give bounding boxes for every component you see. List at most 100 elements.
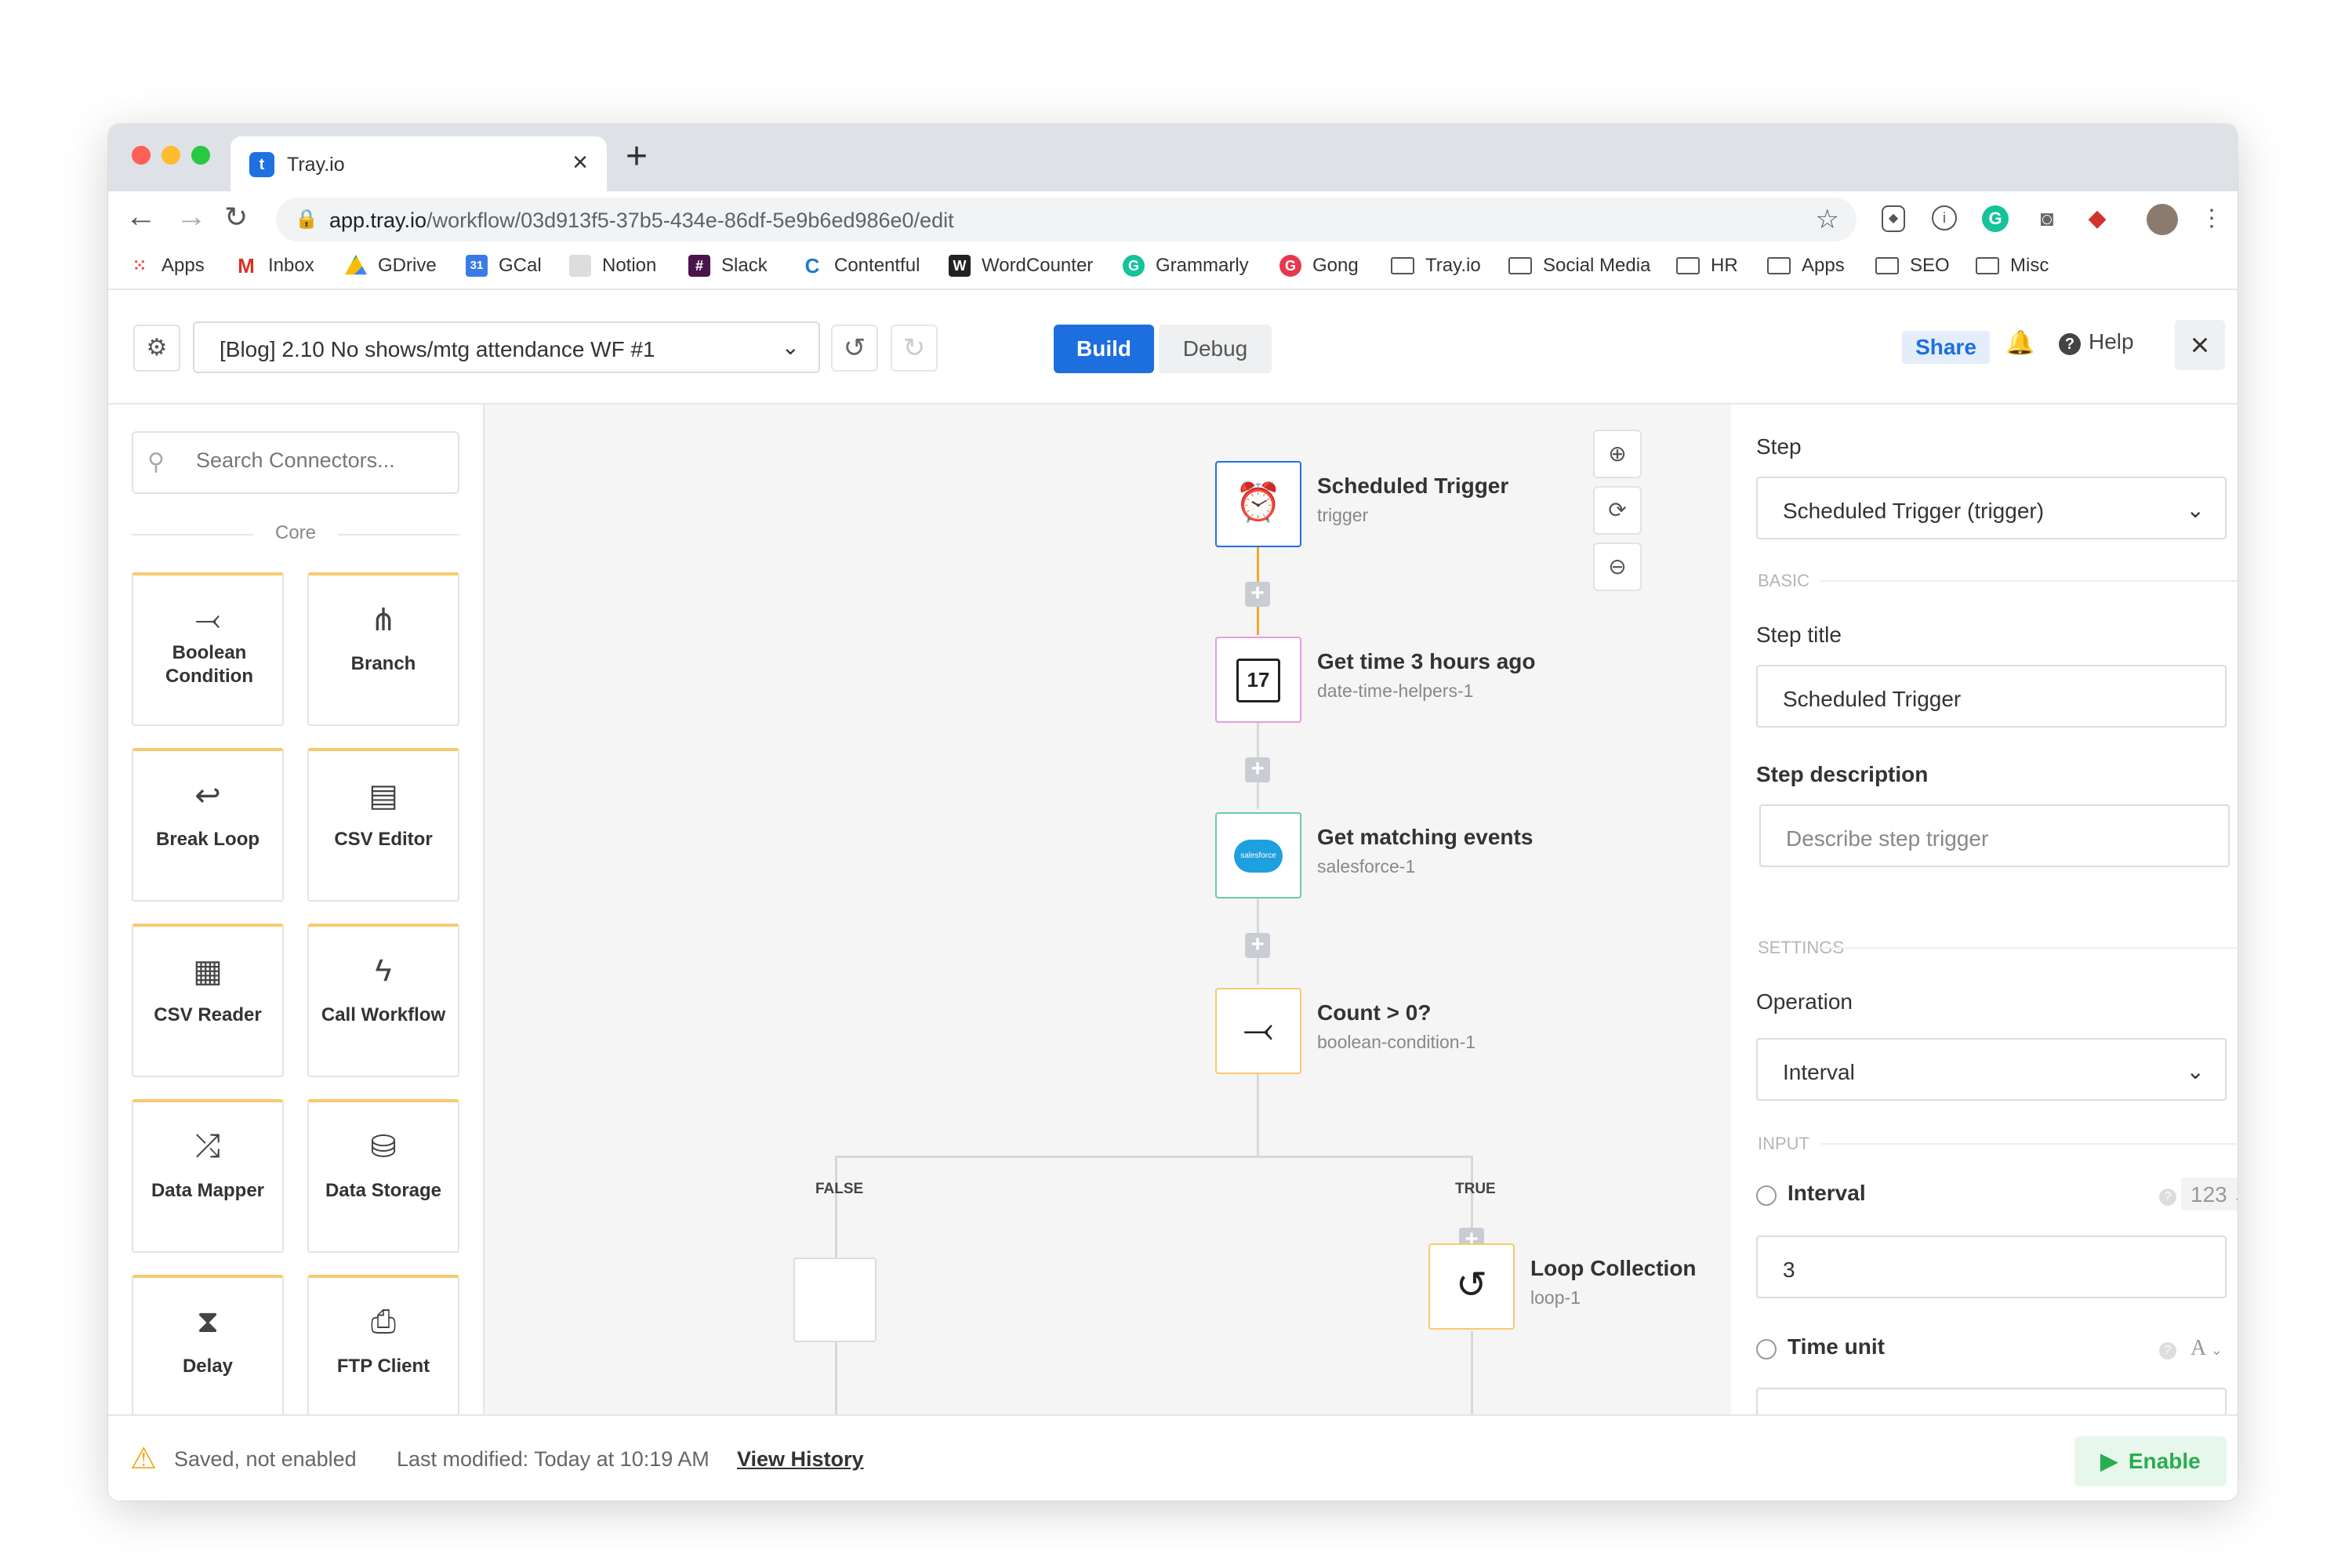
time-unit-type-select[interactable]: A ⌄ [2181,1331,2238,1364]
bookmark-apps[interactable]: ⁙ Apps [129,252,205,279]
step-count-condition[interactable]: ⤙ [1215,988,1301,1074]
bookmark-trayio[interactable]: Tray.io [1391,252,1481,279]
workflow-selector[interactable]: [Blog] 2.10 No shows/mtg attendance WF #… [193,321,820,373]
back-icon[interactable]: ← [125,199,157,234]
time-unit-radio[interactable] [1756,1339,1777,1359]
more-menu-icon[interactable]: ⋮ [2198,205,2225,232]
bookmark-gcal[interactable]: 31 GCal [466,252,542,279]
bookmark-hr[interactable]: HR [1676,252,1738,279]
step-title: Count > 0? [1317,1000,1432,1025]
connector-branch[interactable]: ⋔ Branch [307,572,459,726]
zoom-out-button[interactable]: ⊖ [1593,543,1642,591]
bookmark-grammarly[interactable]: G Grammarly [1123,252,1249,279]
empty-step-placeholder[interactable] [793,1258,877,1342]
add-step-icon[interactable]: + [1245,933,1270,958]
red-extension-icon[interactable]: ◆ [2084,205,2111,232]
workflow-settings-button[interactable]: ⚙ [133,325,180,372]
close-icon: × [2190,326,2210,363]
workflow-canvas[interactable]: ⊕ ⟳ ⊖ ⏰ Scheduled Trigger trigger + 17 G… [485,405,1731,1414]
bookmark-social-media[interactable]: Social Media [1508,252,1650,279]
redo-button[interactable]: ↻ [891,325,938,372]
reload-icon[interactable]: ↻ [224,201,248,234]
camera-extension-icon[interactable]: ◙ [2034,205,2060,232]
enable-button[interactable]: ▶ Enable [2074,1436,2227,1486]
bookmark-star-icon[interactable]: ☆ [1816,204,1839,235]
maximize-window-button[interactable] [191,146,210,165]
interval-type-select[interactable]: 123 ⌄ [2181,1178,2238,1210]
bookmark-wordcounter[interactable]: W WordCounter [949,252,1093,279]
shield-extension-icon[interactable]: ◆ [1882,205,1905,232]
operation-select[interactable]: Interval ⌄ [1756,1038,2227,1101]
address-bar[interactable]: 🔒 app.tray.io/workflow/03d913f5-37b5-434… [276,198,1857,241]
bookmark-misc[interactable]: Misc [1976,252,2049,279]
help-icon[interactable]: ? [2159,1342,2176,1359]
forward-icon[interactable]: → [176,199,207,234]
gcal-icon: 31 [466,255,488,277]
operation-label: Operation [1756,989,1853,1014]
interval-radio[interactable] [1756,1185,1777,1206]
true-branch-line [1471,1331,1473,1414]
share-button[interactable]: Share [1902,331,1990,364]
browser-tab[interactable]: t Tray.io × [230,136,607,191]
new-tab-icon[interactable]: + [626,135,648,178]
time-unit-input[interactable] [1756,1388,2227,1414]
help-icon[interactable]: ? [2159,1189,2176,1206]
zoom-in-button[interactable]: ⊕ [1593,430,1642,478]
bookmark-apps-folder[interactable]: Apps [1767,252,1845,279]
boolean-icon: ⤙ [195,602,220,637]
debug-button[interactable]: Debug [1159,325,1272,373]
connector-break-loop[interactable]: ↩ Break Loop [132,748,284,902]
add-step-icon[interactable]: + [1245,757,1270,782]
app-header: ⚙ [Blog] 2.10 No shows/mtg attendance WF… [108,290,2238,405]
step-title: Scheduled Trigger [1317,474,1509,498]
step-description-input[interactable]: Describe step trigger [1759,804,2230,867]
connector-boolean-condition[interactable]: ⤙ Boolean Condition [132,572,284,726]
view-history-link[interactable]: View History [737,1447,864,1472]
undo-button[interactable]: ↺ [831,325,878,372]
step-get-matching-events[interactable]: salesforce [1215,812,1301,898]
close-editor-button[interactable]: × [2175,320,2225,370]
connector-data-storage[interactable]: ⛁ Data Storage [307,1099,459,1253]
connector-data-mapper[interactable]: ⤮ Data Mapper [132,1099,284,1253]
build-button[interactable]: Build [1054,325,1154,373]
bookmark-gdrive[interactable]: GDrive [345,252,437,279]
bookmark-slack[interactable]: # Slack [688,252,768,279]
connector-csv-reader[interactable]: ▦ CSV Reader [132,924,284,1077]
add-step-icon[interactable]: + [1245,582,1270,607]
folder-icon [1508,257,1532,274]
connector-csv-editor[interactable]: ▤ CSV Editor [307,748,459,902]
connector-delay[interactable]: ⧗ Delay [132,1275,284,1428]
bookmark-notion[interactable]: Notion [569,252,656,279]
bookmark-gong[interactable]: G Gong [1279,252,1359,279]
profile-avatar[interactable] [2147,204,2178,235]
connector-label: Boolean Condition [165,642,253,687]
step-title-input[interactable]: Scheduled Trigger [1756,665,2227,728]
step-scheduled-trigger[interactable]: ⏰ [1215,461,1301,547]
connector-ftp-client[interactable]: ⎙ FTP Client [307,1275,459,1428]
step-get-time[interactable]: 17 [1215,637,1301,723]
basic-section-label: BASIC [1758,571,2238,590]
chevron-down-icon: ⌄ [2186,498,2205,522]
bookmark-seo[interactable]: SEO [1875,252,1950,279]
step-select[interactable]: Scheduled Trigger (trigger) ⌄ [1756,477,2227,539]
connector-search[interactable]: ⚲ [132,431,459,494]
grammarly-extension-icon[interactable]: G [1982,205,2009,232]
connector-call-workflow[interactable]: ϟ Call Workflow [307,924,459,1077]
minimize-window-button[interactable] [162,146,180,165]
interval-input[interactable]: 3 [1756,1236,2227,1298]
browser-toolbar: ← → ↻ 🔒 app.tray.io/workflow/03d913f5-37… [108,191,2238,246]
false-branch-label: FALSE [815,1181,864,1197]
reset-zoom-button[interactable]: ⟳ [1593,486,1642,535]
connector-label: CSV Editor [334,829,433,850]
bell-icon[interactable]: 🔔 [2005,329,2034,357]
step-loop-collection[interactable]: ↺ [1428,1243,1515,1330]
help-button[interactable]: ? Help [2059,329,2134,355]
bookmark-contentful[interactable]: C Contentful [801,252,920,279]
info-extension-icon[interactable]: i [1932,205,1957,230]
bookmark-inbox[interactable]: M Inbox [235,252,314,279]
chevron-down-icon: ⌄ [781,335,800,359]
properties-panel: Step Scheduled Trigger (trigger) ⌄ BASIC… [1731,405,2238,1414]
search-input[interactable] [196,448,447,473]
close-window-button[interactable] [132,146,151,165]
close-tab-icon[interactable]: × [572,147,588,178]
